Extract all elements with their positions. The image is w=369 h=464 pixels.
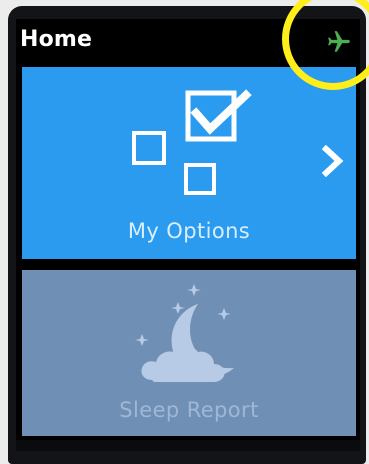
sleep-report-label: Sleep Report bbox=[119, 398, 259, 422]
bottom-bar bbox=[16, 440, 360, 451]
sleep-report-tile[interactable]: Sleep Report bbox=[22, 270, 356, 436]
my-options-tile[interactable]: My Options bbox=[22, 67, 356, 259]
device-screen: Home My Options Sleep Report bbox=[16, 19, 360, 451]
page-title: Home bbox=[20, 27, 93, 52]
airplane-mode-icon bbox=[328, 31, 350, 52]
checkbox-options-icon bbox=[132, 89, 252, 195]
chevron-right-icon[interactable] bbox=[322, 145, 344, 177]
moon-cloud-stars-icon bbox=[135, 284, 234, 382]
header-bar: Home bbox=[16, 19, 360, 65]
device-bezel: Home My Options Sleep Report bbox=[8, 6, 366, 464]
my-options-label: My Options bbox=[127, 219, 251, 243]
